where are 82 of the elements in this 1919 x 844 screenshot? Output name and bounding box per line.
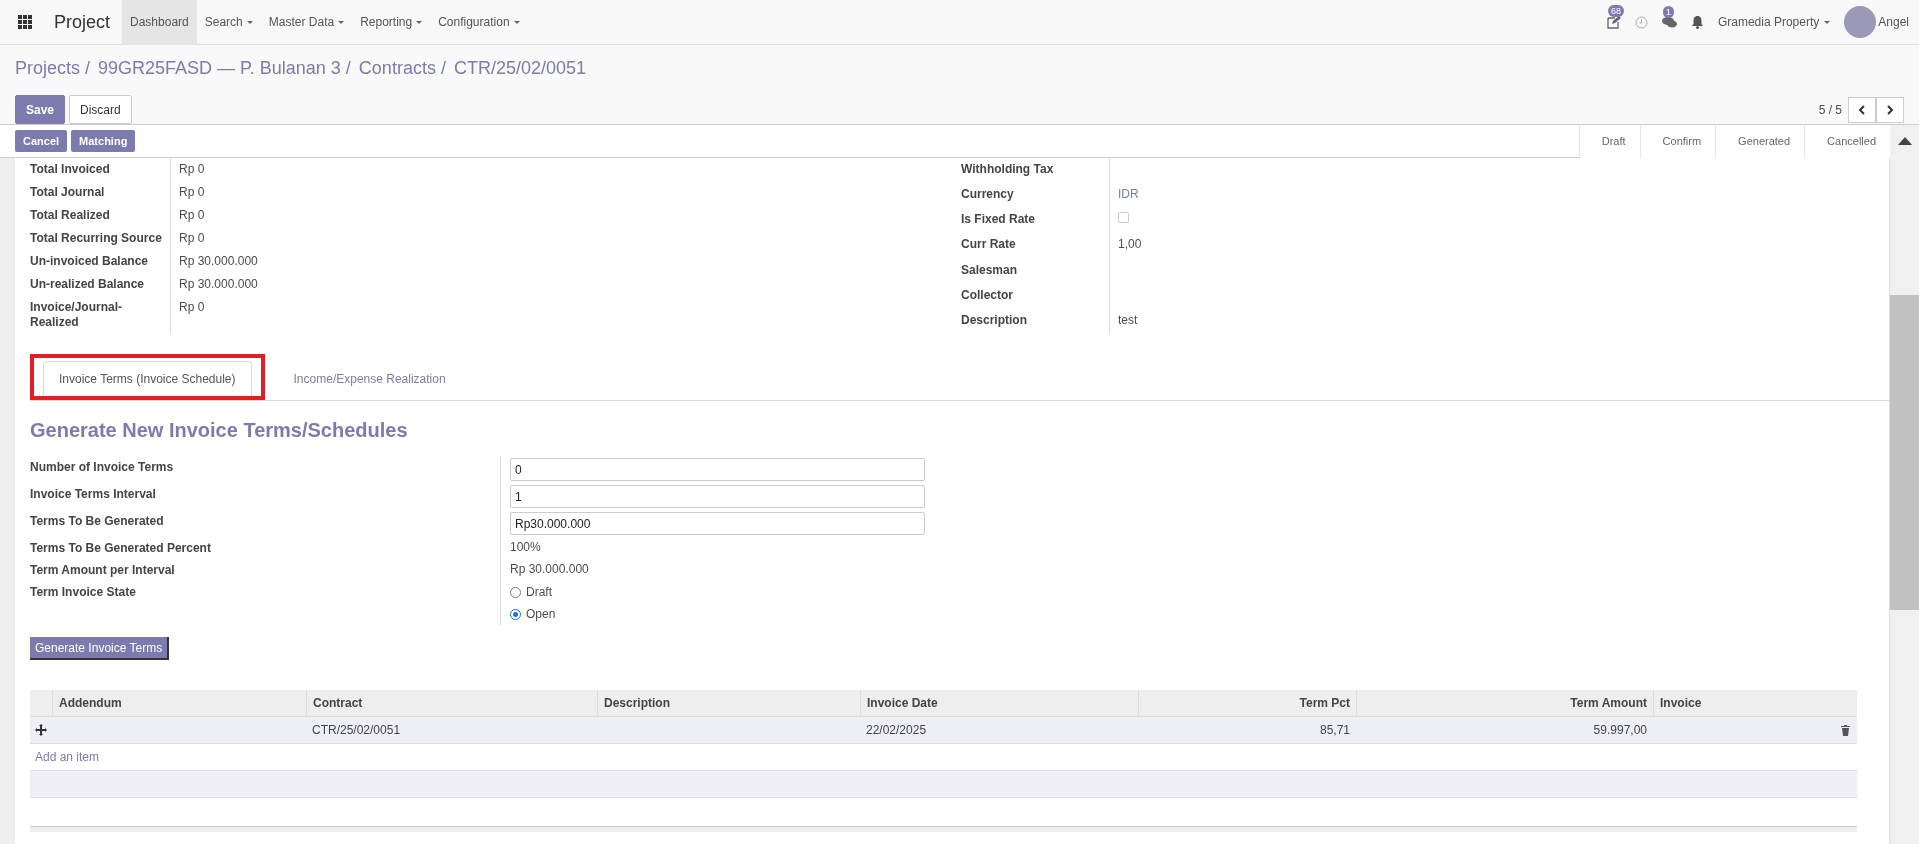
field-value: Rp 30.000.000 [178, 253, 259, 270]
previous-button[interactable] [1848, 96, 1876, 123]
move-handle-icon[interactable] [35, 724, 47, 736]
company-switcher[interactable]: Gramedia Property [1717, 15, 1831, 29]
section-title: Generate New Invoice Terms/Schedules [30, 419, 409, 442]
menu-item[interactable]: Master Data [260, 0, 353, 45]
field-value: Rp 30.000.000 [510, 561, 590, 577]
menu-item[interactable]: Dashboard [122, 0, 197, 45]
next-button[interactable] [1876, 96, 1904, 123]
count-badge: 68 [1607, 5, 1624, 17]
field-label: Number of Invoice Terms [30, 459, 175, 476]
field-label: Un-realized Balance [30, 276, 146, 293]
field-label: Description [961, 311, 1028, 329]
field-value: Rp 0 [178, 299, 206, 316]
breadcrumb-link[interactable]: Contracts / [358, 57, 446, 79]
field-value: test [1118, 312, 1138, 327]
pager-count: 5 / 5 [1818, 102, 1842, 117]
chat-icon[interactable] [1661, 15, 1677, 29]
add-item-link[interactable]: Add an item [30, 744, 105, 770]
field-label: Collector [961, 286, 1014, 304]
field-label: Terms To Be Generated [30, 513, 165, 530]
field-value: Rp 0 [178, 230, 206, 247]
tab[interactable]: Invoice Terms (Invoice Schedule) [43, 361, 252, 396]
field-value: Rp 0 [178, 161, 206, 178]
field-label: Terms To Be Generated Percent [30, 540, 212, 557]
field-value: Rp 0 [178, 184, 206, 201]
status-stage[interactable]: Draft [1578, 124, 1640, 158]
field-label: Total Recurring Source [30, 230, 163, 247]
action-button[interactable]: Cancel [15, 130, 68, 152]
generate-button[interactable]: Generate Invoice Terms [30, 637, 170, 660]
radio-label[interactable]: Open [526, 607, 556, 621]
field-label: Salesman [961, 261, 1019, 279]
app-title: Project [53, 11, 112, 33]
table-cell-text: 85,71 [1318, 723, 1351, 737]
chevron-left-icon [1858, 104, 1866, 115]
breadcrumb-link[interactable]: Projects / [15, 57, 91, 79]
status-stage[interactable]: Generated [1715, 124, 1805, 158]
input-field[interactable]: 1 [510, 485, 925, 508]
field-label: Total Invoiced [30, 161, 111, 178]
status-stage[interactable]: Confirm [1639, 124, 1716, 158]
scrollbar-thumb[interactable] [1890, 295, 1919, 610]
save-button[interactable]: Save [15, 95, 66, 124]
breadcrumb-current: CTR/25/02/0051 [453, 57, 586, 79]
avatar-icon[interactable] [1844, 6, 1877, 38]
field-label: Invoice/Journal-Realized [30, 299, 124, 331]
menu-item[interactable]: Reporting [352, 0, 431, 45]
input-field[interactable]: Rp30.000.000 [510, 512, 925, 535]
field-label: Total Journal [30, 184, 106, 201]
input-field[interactable]: 0 [510, 458, 925, 481]
field-label: Un-invoiced Balance [30, 253, 150, 270]
field-label: Invoice Terms Interval [30, 486, 157, 503]
field-label: Term Amount per Interval [30, 562, 176, 579]
table-cell-text: 59.997,00 [1592, 723, 1648, 737]
user-name[interactable]: Angel [1878, 15, 1909, 29]
count-badge: 1 [1662, 5, 1674, 18]
radio-label[interactable]: Draft [526, 585, 552, 599]
chevron-right-icon [1886, 104, 1894, 115]
triangle-up-icon [1897, 137, 1912, 145]
menu-item[interactable]: Search [196, 0, 261, 45]
bell-icon[interactable] [1690, 15, 1704, 29]
menu-item[interactable]: Configuration [430, 0, 528, 45]
status-stage[interactable]: Cancelled [1804, 124, 1890, 158]
field-label: Currency [961, 186, 1015, 204]
field-label: Is Fixed Rate [961, 211, 1037, 229]
edit-icon[interactable] [1606, 15, 1621, 29]
field-value: Rp 0 [178, 207, 206, 224]
field-value: 100% [510, 539, 542, 555]
table-cell-text: CTR/25/02/0051 [311, 723, 402, 737]
field-label: Curr Rate [961, 236, 1017, 254]
scroll-up-button[interactable] [1890, 124, 1919, 158]
field-label: Total Realized [30, 207, 111, 224]
breadcrumb-link[interactable]: 99GR25FASD — P. Bulanan 3 / [98, 57, 351, 79]
field-value: Rp 30.000.000 [178, 276, 259, 293]
discard-button[interactable]: Discard [69, 95, 132, 124]
field-label: Term Invoice State [30, 584, 137, 601]
table-cell-text: 22/02/2025 [865, 723, 928, 737]
checkbox[interactable] [1118, 212, 1129, 224]
field-link[interactable]: IDR [1118, 187, 1139, 202]
field-label: Withholding Tax [961, 161, 1055, 178]
field-value: 1,00 [1118, 237, 1142, 252]
trash-icon[interactable] [1841, 724, 1850, 736]
action-button[interactable]: Matching [71, 130, 136, 152]
